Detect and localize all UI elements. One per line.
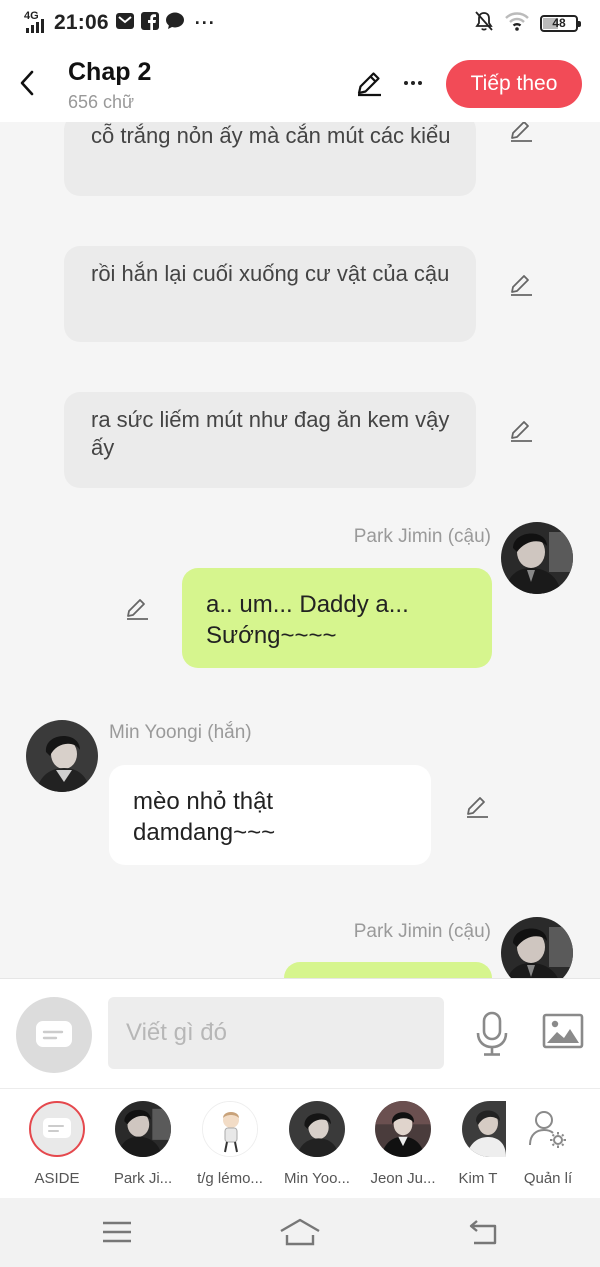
status-bar: 4G 21:06 ··· 48 [0,0,600,46]
avatar [375,1101,431,1157]
network-signal-icon: 4G [24,10,48,35]
self-message[interactable]: a.. um... Daddy a... Sướng~~~~ [182,568,492,668]
character-jeon-jungkook[interactable]: Jeon Ju... [363,1101,443,1187]
edit-message-button[interactable] [506,270,536,300]
nav-back-button[interactable] [463,1214,503,1250]
character-name: t/g lémo... [197,1170,263,1187]
avatar [289,1101,345,1157]
nav-menu-button[interactable] [97,1214,137,1250]
battery-level: 48 [552,16,566,30]
chapter-title: Chap 2 [68,58,152,86]
facebook-icon [140,11,159,35]
character-name: ASIDE [34,1170,80,1187]
edit-message-button[interactable] [462,792,492,822]
edit-message-button[interactable] [122,594,152,624]
narration-message[interactable]: rồi hắn lại cuối xuống cư vật của cậu [64,246,476,342]
edit-message-button[interactable] [506,122,536,146]
message-input[interactable] [108,997,444,1069]
more-notifications-icon: ··· [194,12,216,33]
more-dots-icon [404,81,408,85]
character-name: Park Ji... [113,1170,173,1187]
avatar [462,1101,506,1157]
system-nav-bar [0,1198,600,1267]
character-park-jimin[interactable]: Park Ji... [103,1101,183,1187]
chat-bubble-icon [36,1021,72,1047]
avatar-park-jimin[interactable] [501,522,573,594]
microphone-icon [476,1011,508,1056]
pencil-icon [127,599,148,620]
back-button[interactable] [14,66,40,100]
character-author[interactable]: t/g lémo... [190,1101,270,1187]
battery-icon: 48 [540,14,581,32]
character-name: Quản lí [523,1170,573,1187]
return-icon [469,1220,497,1245]
avatar-min-yoongi[interactable] [26,720,98,792]
message-composer [0,978,600,1088]
pencil-icon [467,797,488,818]
home-icon [280,1218,320,1246]
microphone-button[interactable] [474,1011,510,1057]
mute-bell-icon [474,10,494,37]
character-name: Jeon Ju... [370,1170,436,1187]
messenger-icon [165,12,185,35]
pencil-icon [511,275,532,296]
image-icon [542,1013,584,1049]
self-message[interactable] [284,962,492,978]
user-gear-icon [529,1111,566,1148]
character-kim-taehyung[interactable]: Kim T [450,1101,506,1187]
speaker-name: Park Jimin (cậu) [353,921,491,942]
character-name: Kim T [458,1170,498,1187]
chapter-header: Chap 2 656 chữ Tiếp theo [0,46,600,122]
manage-characters-button[interactable]: Quản lí [508,1101,588,1187]
edit-message-button[interactable] [506,416,536,446]
next-chapter-button[interactable]: Tiếp theo [446,60,582,108]
chevron-left-icon [20,70,34,96]
character-name: Min Yoo... [284,1170,350,1187]
status-time: 21:06 [54,11,109,34]
speaker-name: Park Jimin (cậu) [353,526,491,547]
menu-icon [103,1221,131,1243]
character-selector: ASIDE Park Ji... t/g lémo... Min Yoo... … [0,1088,600,1198]
wifi-icon [504,11,530,36]
narration-message[interactable]: cỗ trắng nỏn ấy mà cắn mút các kiểu [64,122,476,196]
image-upload-button[interactable] [542,1013,584,1049]
more-options-button[interactable] [400,68,426,98]
pencil-icon [357,72,381,97]
character-min-yoongi[interactable]: Min Yoo... [277,1101,357,1187]
word-count: 656 chữ [68,92,135,112]
edit-chapter-button[interactable] [354,68,384,98]
pencil-icon [511,122,532,142]
avatar-park-jimin[interactable] [501,917,573,978]
mail-icon [115,12,135,35]
chat-bubble-icon [43,1118,71,1138]
nav-home-button[interactable] [278,1214,322,1250]
aside-toggle-button[interactable] [16,997,92,1073]
avatar [115,1101,171,1157]
character-message[interactable]: mèo nhỏ thật damdang~~~ [109,765,431,865]
avatar [202,1101,258,1157]
pencil-icon [511,421,532,442]
chat-thread[interactable]: cỗ trắng nỏn ấy mà cắn mút các kiểu rồi … [0,122,600,978]
character-aside[interactable]: ASIDE [17,1101,97,1187]
narration-message[interactable]: ra sức liếm mút như đag ăn kem vậy ấy [64,392,476,488]
speaker-name: Min Yoongi (hắn) [109,722,252,743]
